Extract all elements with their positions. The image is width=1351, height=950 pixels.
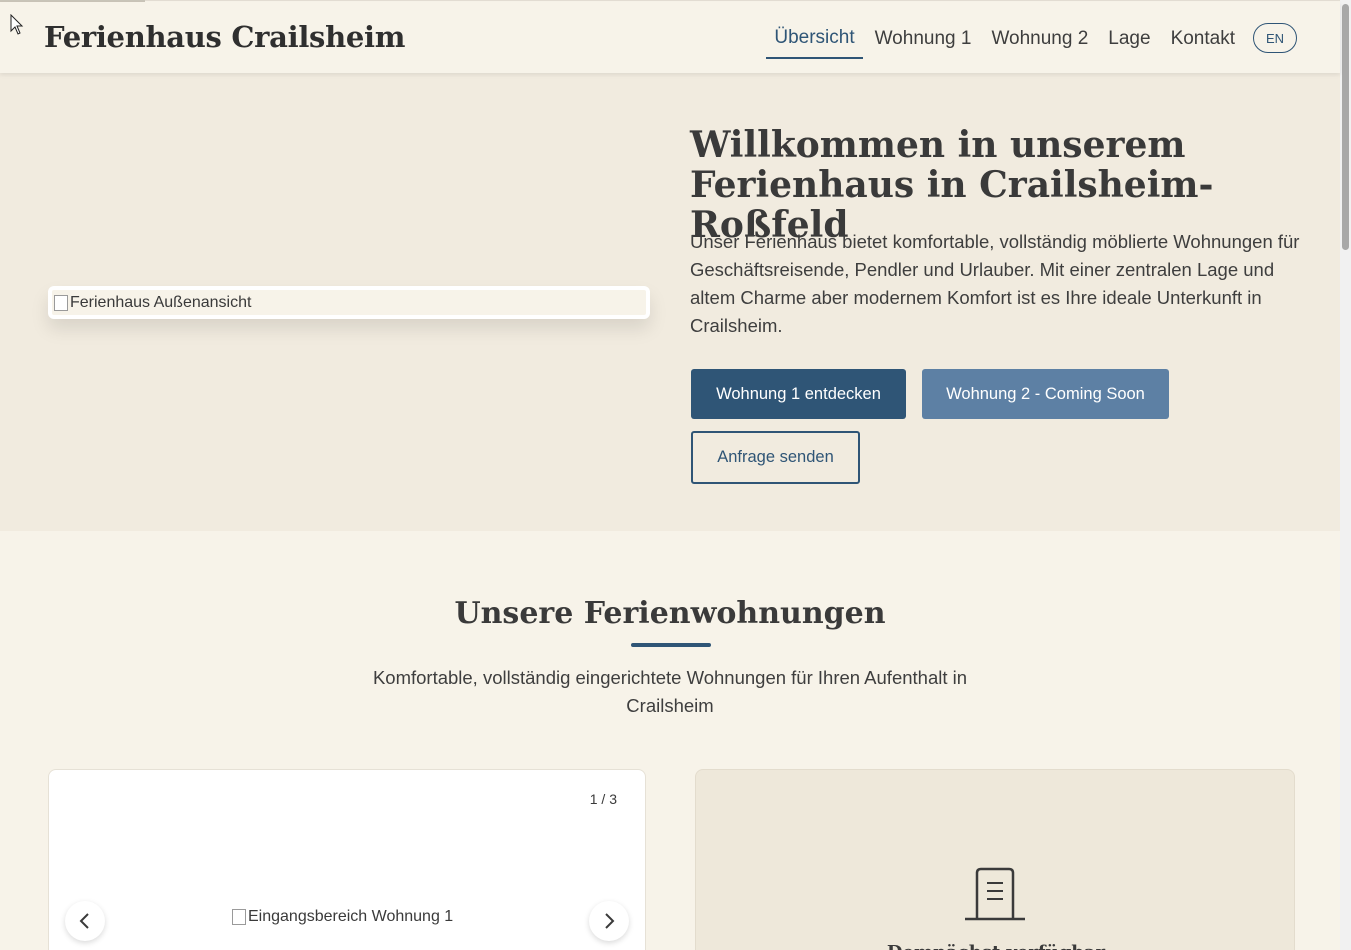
broken-image-icon: [54, 294, 68, 311]
scrollbar-thumb[interactable]: [1342, 4, 1349, 250]
hero-title: Willkommen in unserem Ferienhaus in Crai…: [690, 124, 1214, 246]
page-scrollbar[interactable]: [1340, 0, 1351, 950]
apartment-2-card[interactable]: Demnächst verfügbar: [695, 769, 1295, 950]
apartment-2-coming-soon-button[interactable]: Wohnung 2 - Coming Soon: [922, 369, 1169, 419]
gallery-counter: 1 / 3: [589, 791, 617, 807]
apartment-1-card[interactable]: 1 / 3 Eingangsbereich Wohnung 1: [48, 769, 646, 950]
nav-item-wohnung-1[interactable]: Wohnung 1: [867, 18, 980, 58]
main-nav: Übersicht Wohnung 1 Wohnung 2 Lage Konta…: [762, 17, 1297, 59]
nav-item-uebersicht[interactable]: Übersicht: [766, 17, 863, 59]
site-header: Ferienhaus Crailsheim Übersicht Wohnung …: [0, 2, 1340, 73]
hero-text: Unser Ferienhaus bietet komfortable, vol…: [690, 231, 1300, 336]
nav-item-kontakt[interactable]: Kontakt: [1163, 18, 1243, 58]
section-subtitle: Komfortable, vollständig eingerichtete W…: [372, 667, 968, 716]
mouse-cursor-icon: [10, 14, 24, 35]
hero-image: Ferienhaus Außenansicht: [48, 286, 650, 319]
door-icon: [965, 867, 1025, 921]
page-top-border: [145, 0, 1340, 1]
discover-apartment-1-button[interactable]: Wohnung 1 entdecken: [691, 369, 906, 419]
send-inquiry-button[interactable]: Anfrage senden: [691, 431, 860, 484]
brand-title[interactable]: Ferienhaus Crailsheim: [44, 20, 405, 54]
gallery-image: Eingangsbereich Wohnung 1: [232, 908, 453, 926]
hero-section: Ferienhaus Außenansicht Willkommen in un…: [0, 73, 1340, 531]
section-title: Unsere Ferienwohnungen: [454, 596, 886, 631]
gallery-image-alt: Eingangsbereich Wohnung 1: [248, 908, 454, 925]
coming-soon-text: Demnächst verfügbar: [696, 942, 1296, 950]
chevron-right-icon[interactable]: [589, 901, 629, 941]
chevron-left-icon[interactable]: [65, 901, 105, 941]
hero-image-alt: Ferienhaus Außenansicht: [70, 293, 252, 311]
broken-image-icon: [232, 909, 246, 925]
nav-item-lage[interactable]: Lage: [1100, 18, 1158, 58]
section-title-underline: [631, 643, 711, 647]
language-toggle-button[interactable]: EN: [1253, 23, 1297, 53]
nav-item-wohnung-2[interactable]: Wohnung 2: [983, 18, 1096, 58]
